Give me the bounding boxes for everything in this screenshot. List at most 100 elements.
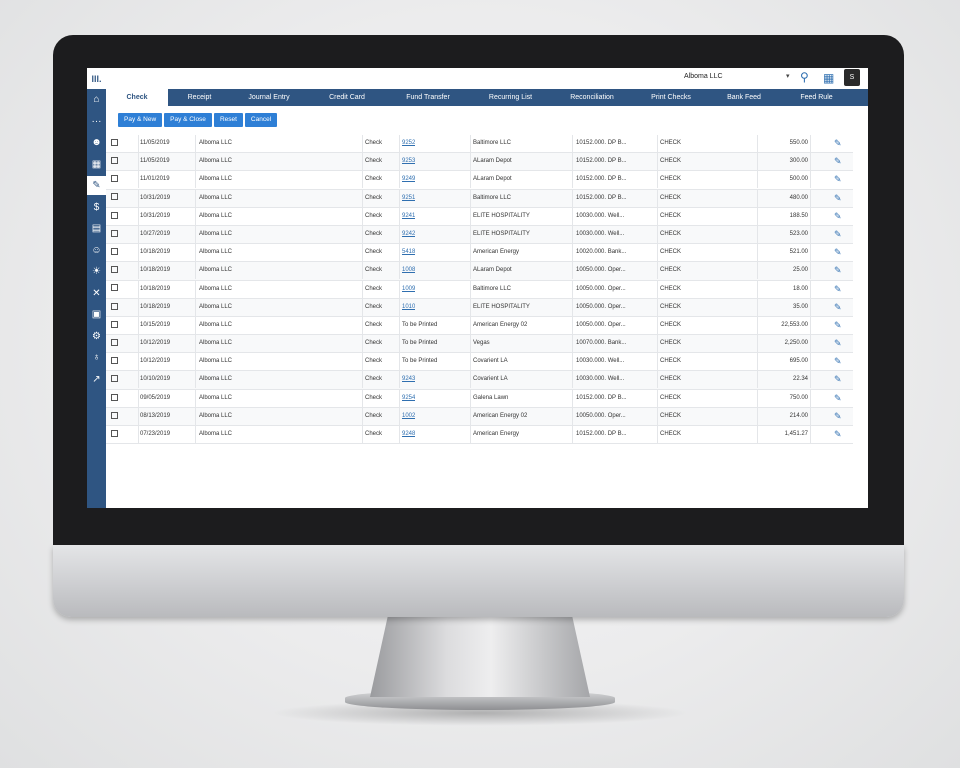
table-row[interactable]: 08/13/2019 Alboma LLC Check 1002 American En… xyxy=(106,407,853,426)
cell-ref[interactable]: 9242 xyxy=(402,226,415,243)
row-checkbox[interactable] xyxy=(111,338,118,346)
table-row[interactable]: 10/31/2019 Alboma LLC Check 9251 Baltimore L… xyxy=(106,189,853,208)
table-row[interactable]: 10/15/2019 Alboma LLC Check To be Printed Am… xyxy=(106,316,853,336)
table-row[interactable]: 11/05/2019 Alboma LLC Check 9253 ALaram Depo… xyxy=(106,153,853,172)
edit-icon[interactable]: ✎ xyxy=(834,284,842,294)
company-selector[interactable]: Alboma LLC xyxy=(684,73,723,80)
row-checkbox[interactable] xyxy=(111,393,118,401)
edit-icon[interactable]: ✎ xyxy=(834,174,842,184)
cell-ref[interactable]: 1010 xyxy=(402,299,415,316)
app-logo[interactable]: lll. xyxy=(87,68,106,89)
reset-button[interactable]: Reset xyxy=(213,113,243,127)
more-icon[interactable]: ··· xyxy=(87,112,106,131)
row-checkbox[interactable] xyxy=(111,175,118,183)
hand-coin-icon[interactable]: $ xyxy=(87,198,106,217)
cell-ref[interactable]: 1009 xyxy=(402,281,415,298)
row-checkbox[interactable] xyxy=(111,284,118,292)
cell-ref[interactable]: 5418 xyxy=(402,244,415,261)
row-checkbox[interactable] xyxy=(111,302,118,310)
invoice-icon[interactable]: ▤ xyxy=(87,219,106,238)
table-row[interactable]: 10/10/2019 Alboma LLC Check 9243 Covarient L… xyxy=(106,371,853,390)
tab-print-checks[interactable]: Print Checks xyxy=(632,89,710,106)
cell-ref[interactable]: 1008 xyxy=(402,262,415,279)
gear-icon[interactable]: ⚙ xyxy=(87,327,106,346)
row-checkbox[interactable] xyxy=(111,375,118,383)
pay-new-button[interactable]: Pay & New xyxy=(118,113,163,127)
document-icon[interactable]: ▣ xyxy=(87,305,106,324)
edit-icon[interactable]: ✎ xyxy=(834,374,842,384)
edit-icon[interactable]: ✎ xyxy=(834,265,842,275)
cell-ref[interactable]: 1002 xyxy=(402,408,415,425)
chart-icon[interactable]: ↗ xyxy=(87,370,106,389)
building-icon[interactable]: ▦ xyxy=(87,155,106,174)
grid-menu-icon[interactable]: ▦ xyxy=(823,71,834,85)
user-avatar[interactable]: S xyxy=(844,69,860,86)
edit-icon[interactable]: ✎ xyxy=(834,138,842,148)
cell-ref[interactable]: 9243 xyxy=(402,371,415,388)
pay-close-button[interactable]: Pay & Close xyxy=(164,113,212,127)
tab-fund-transfer[interactable]: Fund Transfer xyxy=(387,89,469,106)
edit-icon[interactable]: ✎ xyxy=(834,356,842,366)
check-document-icon[interactable]: ✎ xyxy=(87,176,106,195)
table-row[interactable]: 10/12/2019 Alboma LLC Check To be Printed Co… xyxy=(106,353,853,372)
cell-ref[interactable]: 9251 xyxy=(402,190,415,207)
cell-payee: ALaram Depot xyxy=(473,158,512,165)
tab-receipt[interactable]: Receipt xyxy=(168,89,231,106)
row-checkbox[interactable] xyxy=(111,411,118,419)
edit-icon[interactable]: ✎ xyxy=(834,338,842,348)
tab-recurring-list[interactable]: Recurring List xyxy=(469,89,552,106)
table-row[interactable]: 11/01/2019 Alboma LLC Check 9249 ALaram Depo… xyxy=(106,171,853,190)
money-bag-icon[interactable]: ♁ xyxy=(87,348,106,367)
table-row[interactable]: 10/18/2019 Alboma LLC Check 1009 Baltimore L… xyxy=(106,280,853,299)
edit-icon[interactable]: ✎ xyxy=(834,393,842,403)
person-gear-icon[interactable]: ☺ xyxy=(87,241,106,260)
edit-icon[interactable]: ✎ xyxy=(834,429,842,439)
table-row[interactable]: 09/05/2019 Alboma LLC Check 9254 Galena Lawn… xyxy=(106,389,853,408)
cell-ref[interactable]: 9254 xyxy=(402,390,415,407)
tab-journal-entry[interactable]: Journal Entry xyxy=(231,89,307,106)
lightbulb-icon[interactable]: ☀ xyxy=(87,262,106,281)
cancel-button[interactable]: Cancel xyxy=(244,113,278,127)
cell-ref[interactable]: 9252 xyxy=(402,135,415,152)
row-checkbox[interactable] xyxy=(111,229,118,237)
row-checkbox[interactable] xyxy=(111,357,118,365)
row-checkbox[interactable] xyxy=(111,157,118,165)
tab-check[interactable]: Check xyxy=(106,89,168,106)
row-checkbox[interactable] xyxy=(111,248,118,256)
tab-bank-feed[interactable]: Bank Feed xyxy=(710,89,778,106)
table-row[interactable]: 11/05/2019 Alboma LLC Check 9252 Baltimore L… xyxy=(106,135,853,154)
row-checkbox[interactable] xyxy=(111,211,118,219)
home-icon[interactable]: ⌂ xyxy=(87,90,106,109)
row-checkbox[interactable] xyxy=(111,320,118,328)
chevron-down-icon[interactable]: ▾ xyxy=(786,72,790,80)
table-row[interactable]: 10/31/2019 Alboma LLC Check 9241 ELITE HOSPI… xyxy=(106,207,853,226)
search-icon[interactable]: ⚲ xyxy=(800,70,809,84)
tab-credit-card[interactable]: Credit Card xyxy=(307,89,387,106)
edit-icon[interactable]: ✎ xyxy=(834,302,842,312)
row-checkbox[interactable] xyxy=(111,193,118,201)
cell-ref[interactable]: 9249 xyxy=(402,171,415,188)
edit-icon[interactable]: ✎ xyxy=(834,211,842,221)
row-checkbox[interactable] xyxy=(111,138,118,146)
table-row[interactable]: 10/18/2019 Alboma LLC Check 5418 American En… xyxy=(106,244,853,263)
edit-icon[interactable]: ✎ xyxy=(834,229,842,239)
table-row[interactable]: 10/12/2019 Alboma LLC Check To be Printed Ve… xyxy=(106,335,853,354)
row-checkbox[interactable] xyxy=(111,266,118,274)
cell-ref[interactable]: 9241 xyxy=(402,208,415,225)
tab-feed-rule[interactable]: Feed Rule xyxy=(778,89,855,106)
cell-ref[interactable]: 9248 xyxy=(402,426,415,443)
table-row[interactable]: 10/27/2019 Alboma LLC Check 9242 ELITE HOSPI… xyxy=(106,225,853,245)
edit-icon[interactable]: ✎ xyxy=(834,156,842,166)
table-row[interactable]: 10/18/2019 Alboma LLC Check 1010 ELITE HOSPI… xyxy=(106,298,853,317)
row-checkbox[interactable] xyxy=(111,429,118,437)
cell-ref[interactable]: 9253 xyxy=(402,153,415,170)
tools-icon[interactable]: ✕ xyxy=(87,284,106,303)
table-row[interactable]: 07/23/2019 Alboma LLC Check 9248 American En… xyxy=(106,426,853,445)
tab-reconciliation[interactable]: Reconciliation xyxy=(552,89,632,106)
person-icon[interactable]: ☻ xyxy=(87,133,106,152)
edit-icon[interactable]: ✎ xyxy=(834,411,842,421)
edit-icon[interactable]: ✎ xyxy=(834,320,842,330)
edit-icon[interactable]: ✎ xyxy=(834,193,842,203)
table-row[interactable]: 10/18/2019 Alboma LLC Check 1008 ALaram Depo… xyxy=(106,262,853,281)
edit-icon[interactable]: ✎ xyxy=(834,247,842,257)
